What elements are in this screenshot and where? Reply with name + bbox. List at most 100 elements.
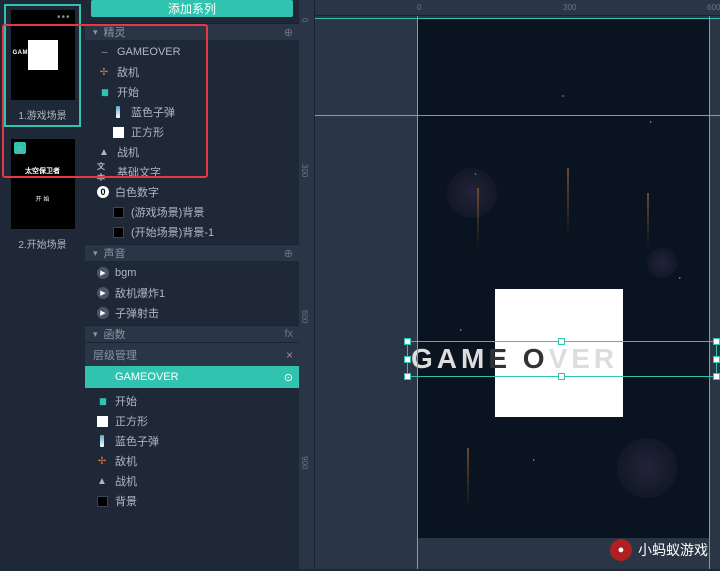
background-icon <box>95 494 109 508</box>
number-icon: 0 <box>97 186 109 198</box>
layer-item[interactable]: ▮▮ 开始 <box>85 391 299 411</box>
layer-list: ▮▮ 开始正方形蓝色子弹✢敌机▲战机背景 <box>85 388 299 571</box>
tree-label: 正方形 <box>131 124 164 140</box>
resize-handle[interactable] <box>558 373 565 380</box>
scene-preview-1: ••• GAME OVER <box>11 10 75 100</box>
text-icon: 文本 <box>97 165 111 179</box>
tree-item[interactable]: ▶bgm <box>85 263 299 283</box>
sound-tree: ▶bgm▶敌机爆炸1▶子弹射击 <box>85 261 299 325</box>
section-sounds[interactable]: ▾ 声音 ⊕ <box>85 244 299 261</box>
section-title: 声音 <box>104 245 126 261</box>
tree-label: 开始 <box>117 84 139 100</box>
tree-item[interactable]: ▶子弹射击 <box>85 303 299 323</box>
guide-line <box>709 0 710 569</box>
scene-thumb-text: GAME OVER <box>13 50 54 56</box>
ruler-vertical: 0 300 600 900 <box>299 0 315 569</box>
bg-orb <box>647 248 677 278</box>
tree-item[interactable]: ▲ 战机 <box>85 142 299 162</box>
more-icon[interactable]: ••• <box>57 12 71 23</box>
add-icon[interactable]: ⊕ <box>284 247 293 260</box>
bg-orb <box>447 168 497 218</box>
bullet-icon <box>95 434 109 448</box>
ruler-tick: 300 <box>563 3 576 12</box>
hierarchy-panel: 添加系列 ▾ 精灵 ⊕ ---GAMEOVER✢敌机▮▮开始蓝色子弹正方形▲战机… <box>85 0 299 569</box>
add-series-button[interactable]: 添加系列 <box>91 0 293 17</box>
layer-label: 背景 <box>115 493 137 509</box>
pause-icon: ▮▮ <box>95 394 109 408</box>
section-sprites[interactable]: ▾ 精灵 ⊕ <box>85 23 299 40</box>
layer-label: 战机 <box>115 473 137 489</box>
scene-thumb-1[interactable]: ••• GAME OVER 1.游戏场景 <box>4 4 81 127</box>
resize-handle[interactable] <box>713 356 720 363</box>
scene2-btn: 开 始 <box>36 194 50 203</box>
tree-item[interactable]: ▮▮ 开始 <box>85 82 299 102</box>
tree-item[interactable]: ▶ 敌机爆炸1 <box>85 283 299 303</box>
layer-item[interactable]: 蓝色子弹 <box>85 431 299 451</box>
tree-label: 基础文字 <box>117 164 161 180</box>
enemy-icon: ✢ <box>97 65 111 79</box>
layer-panel: 层级管理 × --- GAMEOVER ⊙ ▮▮开始正方形蓝色子弹✢敌机▲战机背… <box>85 342 299 571</box>
selection-box[interactable] <box>407 341 717 377</box>
resize-handle[interactable] <box>713 373 720 380</box>
sprite-tree: ---GAMEOVER✢敌机▮▮开始蓝色子弹正方形▲战机文本基础文字0白色数字(… <box>85 40 299 244</box>
layer-item-selected[interactable]: --- GAMEOVER ⊙ <box>85 366 299 388</box>
ruler-tick: 0 <box>417 3 421 12</box>
layer-label: 开始 <box>115 393 137 409</box>
tree-item[interactable]: 正方形 <box>85 122 299 142</box>
resize-handle[interactable] <box>558 338 565 345</box>
fighter-icon: ▲ <box>97 145 111 159</box>
fx-icon[interactable]: fx <box>284 328 293 340</box>
section-title: 精灵 <box>104 24 126 40</box>
tree-item[interactable]: ✢ 敌机 <box>85 62 299 82</box>
tree-label: (开始场景)背景-1 <box>131 224 214 240</box>
resize-handle[interactable] <box>404 373 411 380</box>
tree-label: 白色数字 <box>115 184 159 200</box>
play-icon: ▶ <box>97 287 109 299</box>
background-icon <box>111 205 125 219</box>
bg-trail <box>477 188 479 248</box>
chevron-down-icon: ▾ <box>93 248 98 259</box>
tree-item[interactable]: (游戏场景)背景 <box>85 202 299 222</box>
tree-item[interactable]: ---GAMEOVER <box>85 42 299 62</box>
ruler-tick: 600 <box>707 3 720 12</box>
layer-item[interactable]: 正方形 <box>85 411 299 431</box>
layer-label: GAMEOVER <box>115 371 179 383</box>
play-icon: ▶ <box>97 307 109 319</box>
layer-item[interactable]: 背景 <box>85 491 299 511</box>
bg-trail <box>467 448 469 508</box>
close-icon[interactable]: × <box>286 348 293 362</box>
tree-label: bgm <box>115 267 136 279</box>
tree-item[interactable]: 文本基础文字 <box>85 162 299 182</box>
stage[interactable]: GAME OVER <box>417 18 709 538</box>
more-icon[interactable]: ⊙ <box>284 371 293 384</box>
scene-preview-2: ⌂ 太空保卫者 开 始 <box>11 139 75 229</box>
bg-orb <box>617 438 677 498</box>
bg-trail <box>647 193 649 248</box>
ruler-tick: 0 <box>300 18 309 22</box>
square-icon <box>95 414 109 428</box>
tree-label: 蓝色子弹 <box>131 104 175 120</box>
ruler-horizontal: 0 300 600 <box>299 0 720 16</box>
tree-label: 战机 <box>117 144 139 160</box>
tree-item[interactable]: 0 白色数字 <box>85 182 299 202</box>
tree-label: 敌机 <box>117 64 139 80</box>
tree-item[interactable]: (开始场景)背景-1 <box>85 222 299 242</box>
guide-line <box>299 18 720 19</box>
pause-icon: ▮▮ <box>97 85 111 99</box>
resize-handle[interactable] <box>404 338 411 345</box>
wechat-icon: ● <box>610 539 632 561</box>
canvas-area[interactable]: 0 300 600 0 300 600 900 GAME OVER <box>299 0 720 569</box>
tree-label: 敌机爆炸1 <box>115 285 165 301</box>
resize-handle[interactable] <box>713 338 720 345</box>
square-icon <box>111 125 125 139</box>
layer-item[interactable]: ✢敌机 <box>85 451 299 471</box>
add-icon[interactable]: ⊕ <box>284 26 293 39</box>
tree-item[interactable]: 蓝色子弹 <box>85 102 299 122</box>
section-functions[interactable]: ▾ 函数 fx <box>85 325 299 342</box>
section-title: 函数 <box>104 326 126 342</box>
ruler-tick: 600 <box>300 310 309 323</box>
layer-item[interactable]: ▲战机 <box>85 471 299 491</box>
scene-thumb-2[interactable]: ⌂ 太空保卫者 开 始 2.开始场景 <box>4 133 81 256</box>
resize-handle[interactable] <box>404 356 411 363</box>
guide-line <box>299 115 720 116</box>
